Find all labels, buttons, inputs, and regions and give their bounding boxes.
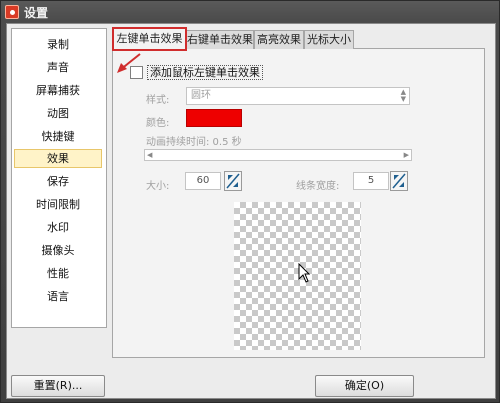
line-width-stepper[interactable] [390, 171, 408, 191]
sidebar-item-effects[interactable]: 效果 [14, 149, 102, 168]
stepper-diagonal-icon [226, 173, 240, 189]
sidebar-item-watermark[interactable]: 水印 [14, 218, 102, 237]
style-label: 样式: [146, 95, 170, 106]
tab-right-click-effect[interactable]: 右键单击效果 [186, 30, 254, 49]
title-bar[interactable]: 设置 [1, 1, 500, 23]
sidebar-item-hotkeys[interactable]: 快捷键 [14, 127, 102, 146]
tab-cursor-size[interactable]: 光标大小 [304, 30, 354, 49]
sidebar-item-save[interactable]: 保存 [14, 172, 102, 191]
style-select-value: 圆环 [191, 90, 211, 101]
reset-button[interactable]: 重置(R)... [11, 375, 105, 397]
annotation-arrow-icon [117, 53, 141, 73]
enable-checkbox-label: 添加鼠标左键单击效果 [147, 65, 263, 80]
color-label: 颜色: [146, 118, 170, 129]
duration-label: 动画持续时间: 0.5 秒 [146, 137, 242, 148]
size-stepper[interactable] [224, 171, 242, 191]
line-width-input[interactable]: 5 [353, 172, 389, 190]
sidebar-item-time-limit[interactable]: 时间限制 [14, 195, 102, 214]
style-select[interactable]: 圆环 ▲ ▼ [186, 87, 410, 105]
slider-right-arrow-icon[interactable]: ▶ [404, 151, 409, 159]
sidebar-item-language[interactable]: 语言 [14, 287, 102, 306]
sidebar-item-screen-capture[interactable]: 屏幕捕获 [14, 81, 102, 100]
sidebar-item-record[interactable]: 录制 [14, 35, 102, 54]
slider-left-arrow-icon[interactable]: ◀ [147, 151, 152, 159]
size-label: 大小: [146, 181, 170, 192]
stepper-diagonal-icon [392, 173, 406, 189]
tab-left-click-effect[interactable]: 左键单击效果 [112, 27, 187, 51]
window-title: 设置 [24, 5, 49, 20]
sidebar-item-sound[interactable]: 声音 [14, 58, 102, 77]
spin-arrows-icon: ▲ ▼ [400, 88, 406, 103]
settings-sidebar: 录制 声音 屏幕捕获 动图 快捷键 效果 保存 时间限制 水印 摄像头 性能 语… [11, 28, 107, 328]
ok-button[interactable]: 确定(O) [315, 375, 414, 397]
enable-left-click-effect[interactable]: 添加鼠标左键单击效果 [130, 65, 263, 80]
line-width-label: 线条宽度: [296, 181, 340, 192]
app-icon [5, 5, 19, 19]
size-input[interactable]: 60 [185, 172, 221, 190]
duration-slider[interactable]: ◀ ▶ [144, 149, 412, 161]
sidebar-item-performance[interactable]: 性能 [14, 264, 102, 283]
mouse-cursor-icon [298, 263, 310, 283]
color-swatch[interactable] [186, 109, 242, 127]
sidebar-item-gif[interactable]: 动图 [14, 104, 102, 123]
sidebar-item-webcam[interactable]: 摄像头 [14, 241, 102, 260]
tab-highlight-effect[interactable]: 高亮效果 [254, 30, 304, 49]
